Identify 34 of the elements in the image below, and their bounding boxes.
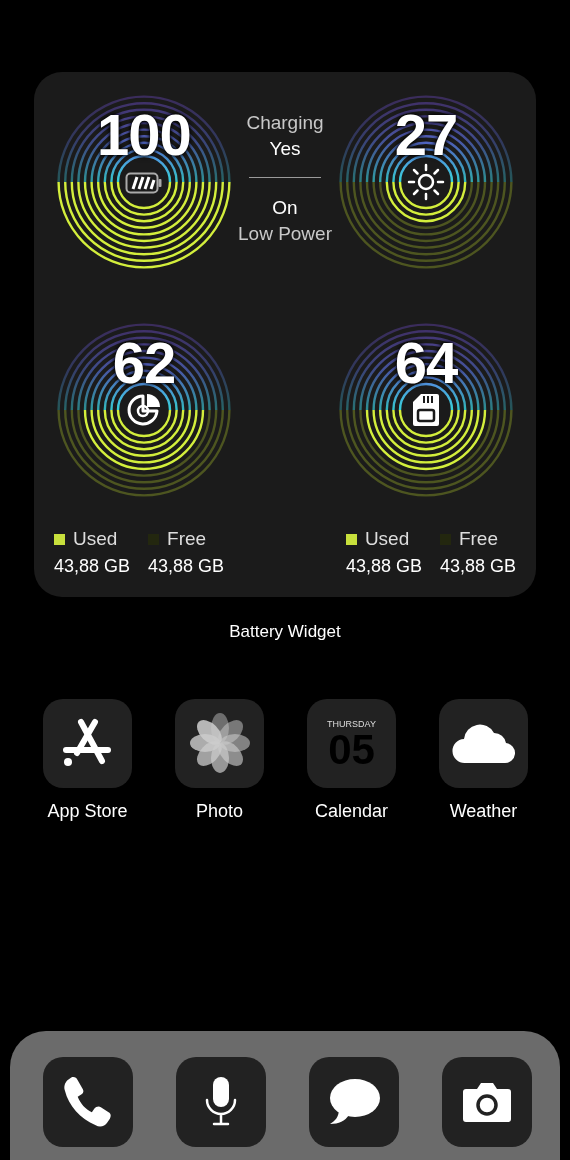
- status-value: Yes: [269, 136, 301, 161]
- battery-icon: [125, 171, 163, 194]
- legend-label: Used: [364, 528, 410, 551]
- legend-label: Free: [167, 528, 207, 551]
- storage-amount: 43,88 GB: [345, 554, 422, 578]
- sd-card-icon: [412, 393, 440, 427]
- speech-bubble-icon: [327, 1077, 381, 1127]
- app-tile[interactable]: [43, 698, 132, 788]
- microphone-icon: [204, 1076, 238, 1128]
- widget-caption: Battery Widget: [229, 622, 341, 641]
- phone-icon: [62, 1075, 114, 1129]
- legend-label: Free: [458, 528, 498, 551]
- flower-icon: [187, 711, 252, 775]
- storage-amount: 43,88 GB: [148, 554, 225, 578]
- app-tile[interactable]: [439, 698, 528, 788]
- legend-label: Used: [73, 528, 118, 551]
- app-tile[interactable]: [175, 698, 264, 788]
- camera-icon: [462, 1081, 512, 1123]
- status-label: Charging: [246, 111, 324, 135]
- app-label: Photo: [195, 799, 243, 823]
- status-value: On: [272, 196, 298, 221]
- app-tile[interactable]: [309, 1057, 399, 1147]
- app-tile[interactable]: [442, 1057, 532, 1147]
- app-tile[interactable]: [176, 1057, 266, 1147]
- app-label: Calendar: [314, 799, 388, 823]
- calendar-weekday: THURSDAY: [327, 719, 376, 729]
- storage-amount: 43,88 GB: [54, 554, 131, 578]
- sun-icon: [407, 163, 445, 201]
- app-tile[interactable]: [43, 1057, 133, 1147]
- storage-amount: 43,88 GB: [439, 554, 516, 578]
- pie-chart-icon: [126, 392, 162, 428]
- status-label: Low Power: [238, 221, 332, 246]
- app-label: App Store: [47, 799, 128, 823]
- app-label: Weather: [449, 799, 518, 823]
